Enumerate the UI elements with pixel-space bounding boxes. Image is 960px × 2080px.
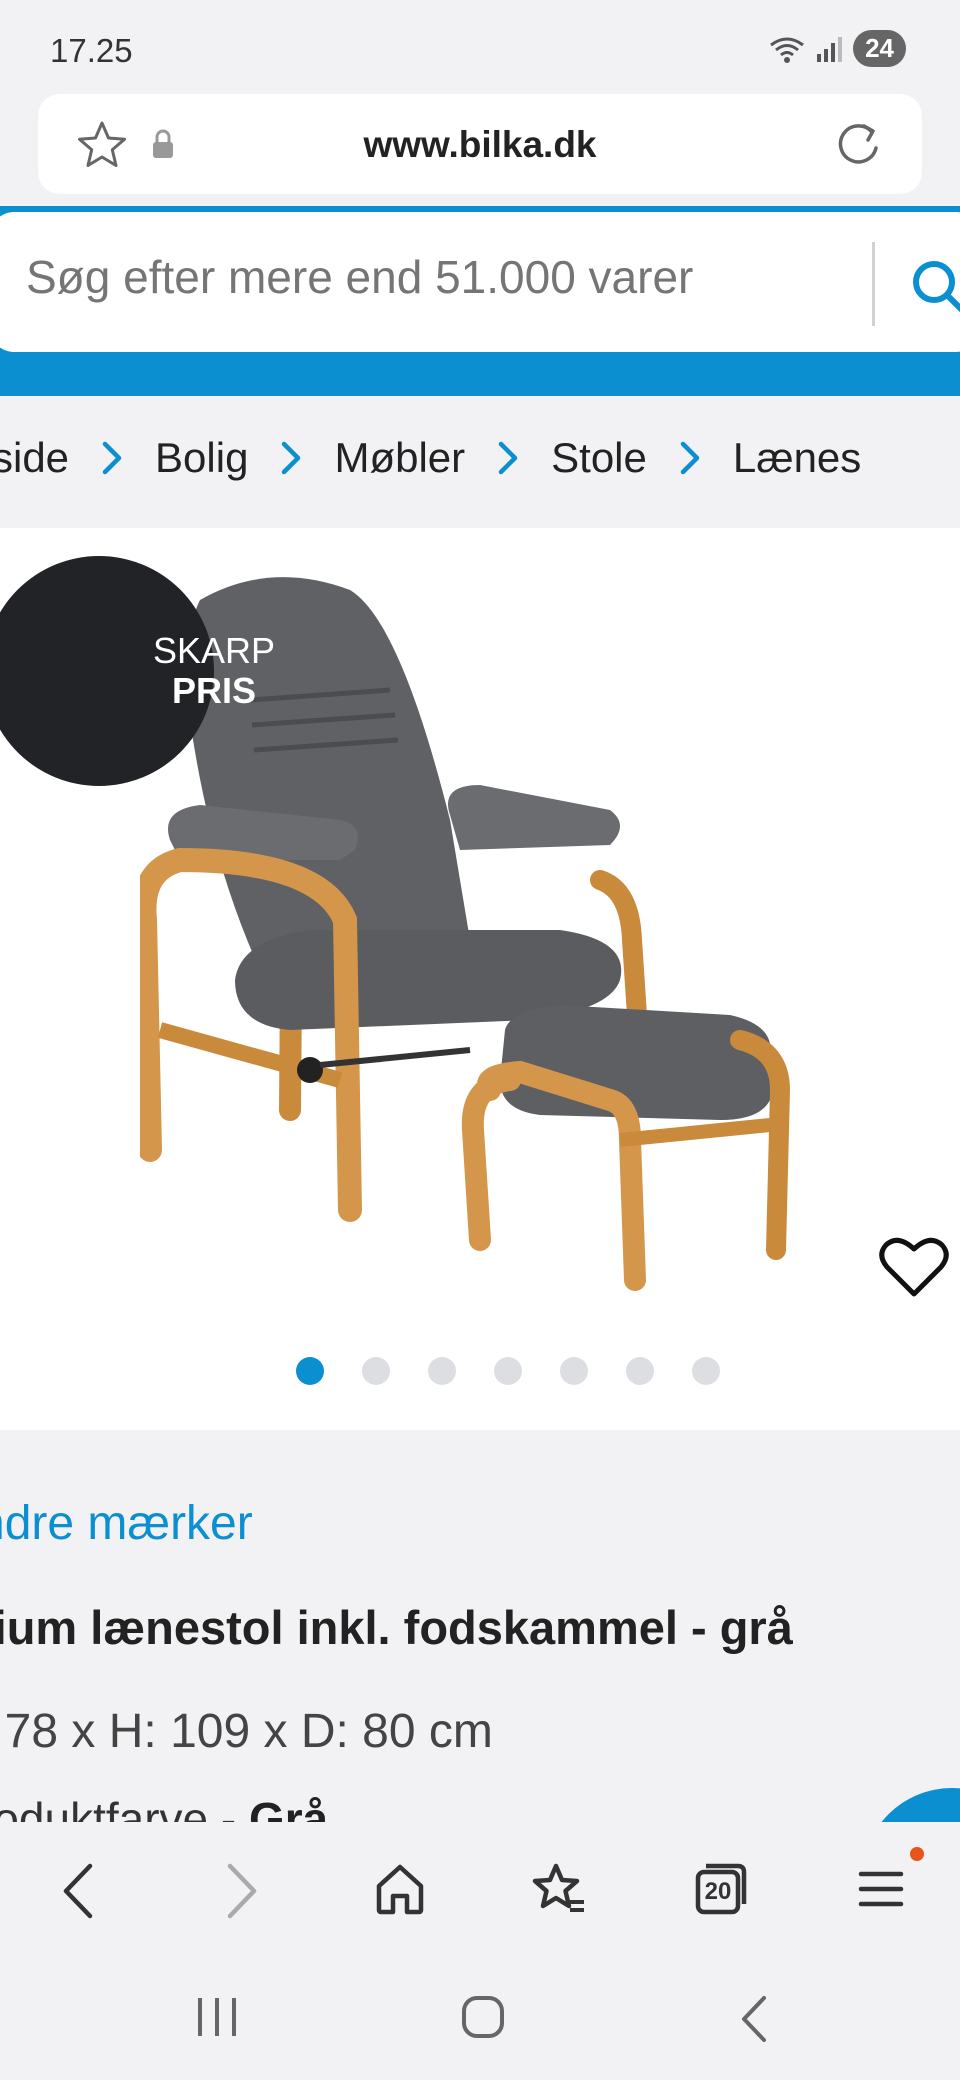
breadcrumb-item[interactable]: Møbler [334, 434, 465, 482]
chevron-right-icon [498, 441, 518, 475]
url-bar[interactable]: www.bilka.dk [38, 94, 922, 194]
menu-icon[interactable] [858, 1862, 904, 1916]
carousel-dot[interactable] [626, 1357, 654, 1385]
brand-link[interactable]: ndre mærker [0, 1496, 253, 1551]
battery-indicator: 24 [853, 30, 906, 67]
breadcrumb-bar: rside Bolig Møbler Stole Lænes [0, 396, 960, 528]
tab-count: 20 [704, 1878, 732, 1905]
badge-line-2: PRIS [171, 670, 257, 711]
breadcrumb-item[interactable]: Lænes [733, 434, 861, 482]
badge-line-1: SKARP [152, 630, 276, 671]
search-box[interactable] [0, 212, 960, 352]
tabs-icon[interactable]: 20 [694, 1862, 748, 1916]
back-icon[interactable] [58, 1862, 98, 1920]
browser-toolbar: 20 [0, 1822, 960, 1968]
carousel-pagination [296, 1357, 720, 1385]
breadcrumb-item[interactable]: Stole [551, 434, 647, 482]
product-title: tium lænestol inkl. fodskammel - grå [0, 1601, 793, 1654]
chevron-right-icon [282, 441, 301, 475]
home-circle-icon[interactable] [460, 1994, 506, 2040]
carousel-dot[interactable] [692, 1357, 720, 1385]
status-time: 17.25 [50, 32, 133, 69]
home-icon[interactable] [374, 1862, 426, 1916]
breadcrumb-item[interactable]: Bolig [155, 434, 248, 482]
search-input[interactable] [26, 250, 846, 304]
heart-icon[interactable] [878, 1236, 950, 1300]
recents-icon[interactable] [194, 1994, 240, 2040]
screen: 17.25 24 www.bilka.dk Søg efter mere end… [0, 0, 960, 2080]
carousel-dot[interactable] [296, 1357, 324, 1385]
search-icon[interactable] [908, 256, 960, 316]
carousel-dot[interactable] [362, 1357, 390, 1385]
forward-icon[interactable] [222, 1862, 262, 1920]
status-icons: 24 [767, 30, 906, 67]
chevron-right-icon [680, 441, 700, 475]
product-dimensions: : 78 x H: 109 x D: 80 cm [0, 1705, 493, 1758]
notification-dot [910, 1847, 924, 1861]
system-back-icon[interactable] [736, 1994, 772, 2044]
carousel-dot[interactable] [494, 1357, 522, 1385]
breadcrumb-item[interactable]: rside [0, 434, 69, 482]
status-bar: 17.25 24 [0, 0, 960, 90]
system-nav-bar [0, 1968, 960, 2080]
carousel-dot[interactable] [560, 1357, 588, 1385]
breadcrumb: rside Bolig Møbler Stole Lænes [0, 434, 861, 482]
reload-icon[interactable] [832, 118, 884, 170]
signal-icon [817, 36, 843, 62]
chevron-right-icon [102, 441, 122, 475]
search-divider [872, 242, 875, 326]
url-text[interactable]: www.bilka.dk [38, 124, 922, 166]
wifi-icon [770, 37, 804, 63]
carousel-dot[interactable] [428, 1357, 456, 1385]
bookmarks-icon[interactable] [530, 1862, 588, 1918]
